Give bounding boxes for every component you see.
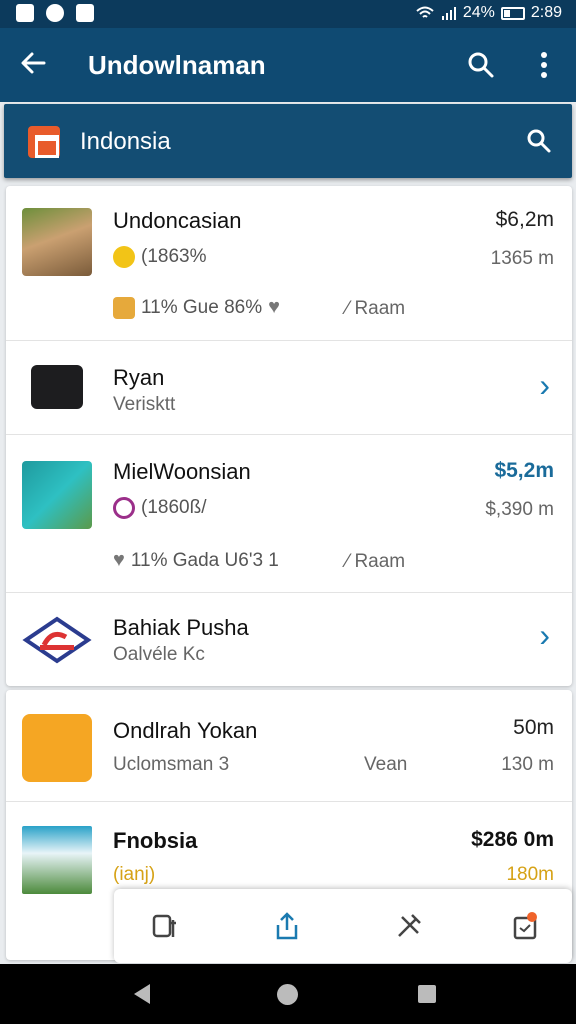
item-sub: (ianj) xyxy=(113,864,156,885)
list-item[interactable]: Ondlrah Yokan 50m Uclomsman 3 Vean 130 m xyxy=(6,690,572,802)
status-bar: 24% 2:89 xyxy=(0,0,576,28)
results-card: Undoncasian $6,2m (1863% 1365 m 11% Gue … xyxy=(6,186,572,686)
product-thumbnail xyxy=(31,365,83,409)
item-sub-right: 1365 m xyxy=(490,248,554,269)
brand-logo-icon xyxy=(22,616,92,664)
gallery-icon xyxy=(16,4,34,22)
list-item[interactable]: Bahiak Pusha Oalvéle Kc › xyxy=(6,593,572,686)
item-price: $5,2m xyxy=(494,459,554,482)
item-meta-text: 11% Gue 86% xyxy=(141,296,263,318)
share-icon[interactable] xyxy=(272,911,302,941)
tools-icon[interactable] xyxy=(394,911,424,941)
clipboard-icon[interactable] xyxy=(510,911,540,941)
item-meta-text: 11% Gada U6'3 1 xyxy=(130,549,279,571)
app-icon xyxy=(22,714,92,782)
media-icon[interactable] xyxy=(150,911,180,941)
item-name: Bahiak Pusha xyxy=(113,615,249,640)
badge-icon xyxy=(113,497,135,519)
item-sub-right: 180m xyxy=(506,864,554,885)
item-sub-right: 130 m xyxy=(501,754,554,775)
item-meta-right: ⁄ Raam xyxy=(346,551,406,572)
signal-icon xyxy=(441,7,456,20)
list-item[interactable]: Ryan Verisktt › xyxy=(6,341,572,435)
list-item[interactable]: Undoncasian $6,2m (1863% 1365 m 11% Gue … xyxy=(6,186,572,341)
product-thumbnail xyxy=(22,208,92,276)
product-thumbnail xyxy=(22,826,92,894)
item-name: Undoncasian xyxy=(113,208,242,233)
item-price: $286 0m xyxy=(471,828,554,851)
item-sub-right: $,390 m xyxy=(485,499,554,520)
wifi-icon xyxy=(416,6,434,18)
item-rating: (1860ß/ xyxy=(113,497,206,519)
battery-percent: 24% xyxy=(462,4,495,21)
item-sub: Verisktt xyxy=(113,394,176,415)
system-icons: 24% 2:89 xyxy=(415,4,562,22)
notification-icon xyxy=(46,4,64,22)
item-rating: (1863% xyxy=(113,246,207,268)
search-icon[interactable] xyxy=(466,50,496,80)
chevron-right-icon[interactable]: › xyxy=(539,367,550,404)
nav-recents-icon[interactable] xyxy=(418,985,436,1003)
page-title: Undowlnaman xyxy=(88,50,266,80)
chevron-right-icon[interactable]: › xyxy=(539,617,550,654)
nav-back-icon[interactable] xyxy=(134,984,150,1004)
heart-icon: ♥ xyxy=(113,549,125,571)
system-nav-bar xyxy=(0,964,576,1024)
item-meta-right: ⁄ Raam xyxy=(346,298,406,319)
notification-icons xyxy=(16,4,94,22)
bag-icon xyxy=(76,4,94,22)
item-sub: Oalvéle Kc xyxy=(113,644,205,665)
more-vert-icon[interactable] xyxy=(534,50,554,80)
item-name: Ryan xyxy=(113,365,165,390)
item-price: 50m xyxy=(513,716,554,739)
stack-icon xyxy=(113,296,135,319)
arrow-left-icon[interactable] xyxy=(18,48,48,78)
item-sub: Uclomsman 3 xyxy=(113,754,230,775)
item-meta: ♥ 11% Gada U6'3 1 xyxy=(113,549,279,572)
item-price: $6,2m xyxy=(495,208,554,231)
coin-icon xyxy=(113,246,135,268)
item-sub: (1860ß/ xyxy=(141,497,207,518)
bottom-toolbar xyxy=(114,889,572,963)
search-icon[interactable] xyxy=(526,128,552,154)
item-name: Ondlrah Yokan xyxy=(113,718,258,743)
product-thumbnail xyxy=(22,461,92,529)
heart-icon: ♥ xyxy=(268,296,280,318)
region-bar[interactable]: Indonsia xyxy=(4,104,572,178)
list-item[interactable]: MielWoonsian $5,2m (1860ß/ $,390 m ♥ 11%… xyxy=(6,435,572,593)
clock: 2:89 xyxy=(530,4,562,21)
nav-home-icon[interactable] xyxy=(277,984,298,1005)
region-flag-icon xyxy=(28,126,60,158)
app-bar: Undowlnaman xyxy=(0,28,576,102)
item-name: Fnobsia xyxy=(113,828,198,853)
item-sub-mid: Vean xyxy=(364,754,408,775)
battery-icon xyxy=(500,6,525,20)
item-meta: 11% Gue 86% ♥ xyxy=(113,296,280,319)
item-sub: (1863% xyxy=(141,246,207,267)
region-label: Indonsia xyxy=(80,128,171,155)
item-name: MielWoonsian xyxy=(113,459,251,484)
